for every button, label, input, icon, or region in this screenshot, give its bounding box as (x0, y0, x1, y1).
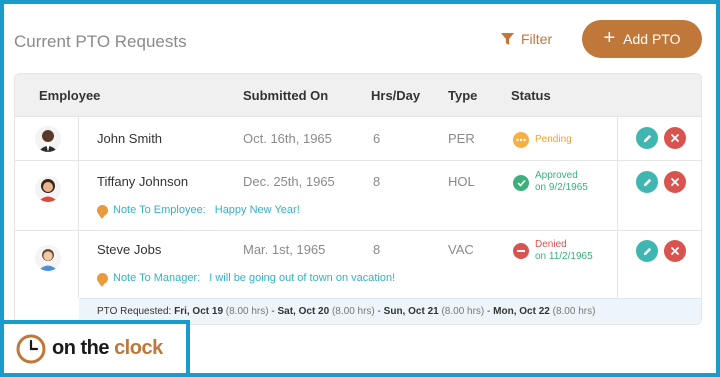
comment-icon (97, 204, 108, 219)
avatar (35, 176, 61, 202)
avatar (35, 245, 61, 271)
delete-button[interactable] (664, 127, 686, 149)
close-icon (671, 134, 679, 142)
pencil-icon (643, 178, 651, 186)
add-pto-button[interactable]: + Add PTO (582, 20, 702, 58)
status-date: on 11/2/1965 (535, 251, 593, 262)
pto-type: VAC (448, 242, 474, 257)
employee-name: John Smith (97, 131, 163, 146)
minus-icon (513, 243, 529, 259)
pto-type: HOL (448, 174, 475, 189)
close-icon (671, 178, 679, 186)
summary-day: Mon, Oct 22 (493, 306, 550, 317)
summary-hrs: (8.00 hrs) (331, 306, 375, 317)
filter-label: Filter (521, 31, 553, 47)
page-title: Current PTO Requests (14, 32, 187, 51)
summary-hrs: (8.00 hrs) (225, 306, 269, 317)
table-row: Tiffany Johnson Dec. 25th, 1965 8 HOL Ap… (15, 160, 701, 230)
status-badge: Approved on 9/2/1965 (513, 170, 588, 194)
submitted-date: Oct. 16th, 1965 (243, 131, 332, 146)
pto-card: Current PTO Requests Filter + Add PTO Em… (4, 4, 716, 373)
status-text: Approved (535, 170, 578, 181)
summary-label: PTO Requested: (97, 306, 172, 317)
note-label: Note To Employee: (113, 204, 206, 216)
delete-button[interactable] (664, 240, 686, 262)
employee-name: Tiffany Johnson (97, 174, 189, 189)
hrs-per-day: 8 (373, 174, 381, 189)
pending-icon (513, 132, 529, 148)
hrs-per-day: 6 (373, 131, 381, 146)
col-hrs: Hrs/Day (371, 88, 421, 103)
pencil-icon (643, 247, 651, 255)
pto-type: PER (448, 131, 475, 146)
status-text: Denied (535, 239, 567, 250)
filter-button[interactable]: Filter (501, 31, 552, 47)
logo-text-main: on the (52, 337, 110, 359)
clock-icon (16, 334, 46, 363)
status-badge: Denied on 11/2/1965 (513, 239, 593, 263)
add-pto-label: Add PTO (623, 31, 681, 47)
summary-day: Sun, Oct 21 (383, 306, 439, 317)
plus-icon: + (603, 27, 616, 49)
col-status: Status (511, 88, 551, 103)
pencil-icon (643, 134, 651, 142)
status-text: Pending (535, 134, 572, 145)
close-icon (671, 247, 679, 255)
employee-name: Steve Jobs (97, 242, 162, 257)
col-employee: Employee (39, 88, 101, 103)
summary-hrs: (8.00 hrs) (441, 306, 485, 317)
table-header: Employee Submitted On Hrs/Day Type Statu… (15, 74, 701, 116)
col-submitted: Submitted On (243, 88, 329, 103)
avatar (35, 126, 61, 152)
summary-day: Sat, Oct 20 (277, 306, 330, 317)
comment-icon (97, 272, 108, 287)
col-type: Type (448, 88, 478, 103)
note-text: I will be going out of town on vacation! (209, 272, 396, 284)
submitted-date: Mar. 1st, 1965 (243, 242, 326, 257)
note-text: Happy New Year! (214, 204, 300, 216)
logo-text-accent: clock (114, 337, 163, 359)
filter-icon (501, 32, 514, 45)
status-date: on 9/2/1965 (535, 182, 588, 193)
pto-table: Employee Submitted On Hrs/Day Type Statu… (14, 73, 702, 325)
edit-button[interactable] (636, 171, 658, 193)
table-row: John Smith Oct. 16th, 1965 6 PER Pending (15, 116, 701, 160)
delete-button[interactable] (664, 171, 686, 193)
edit-button[interactable] (636, 127, 658, 149)
status-badge: Pending (513, 131, 572, 148)
edit-button[interactable] (636, 240, 658, 262)
table-row: Steve Jobs Mar. 1st, 1965 8 VAC Denied o… (15, 230, 701, 298)
employee-note: Note To Employee: Happy New Year! (97, 204, 300, 219)
summary-day: Fri, Oct 19 (174, 306, 223, 317)
hrs-per-day: 8 (373, 242, 381, 257)
check-icon (513, 175, 529, 191)
on-the-clock-logo: on the clock (0, 320, 190, 377)
summary-hrs: (8.00 hrs) (552, 306, 596, 317)
manager-note: Note To Manager: I will be going out of … (97, 272, 396, 287)
note-label: Note To Manager: (113, 272, 201, 284)
submitted-date: Dec. 25th, 1965 (243, 174, 335, 189)
